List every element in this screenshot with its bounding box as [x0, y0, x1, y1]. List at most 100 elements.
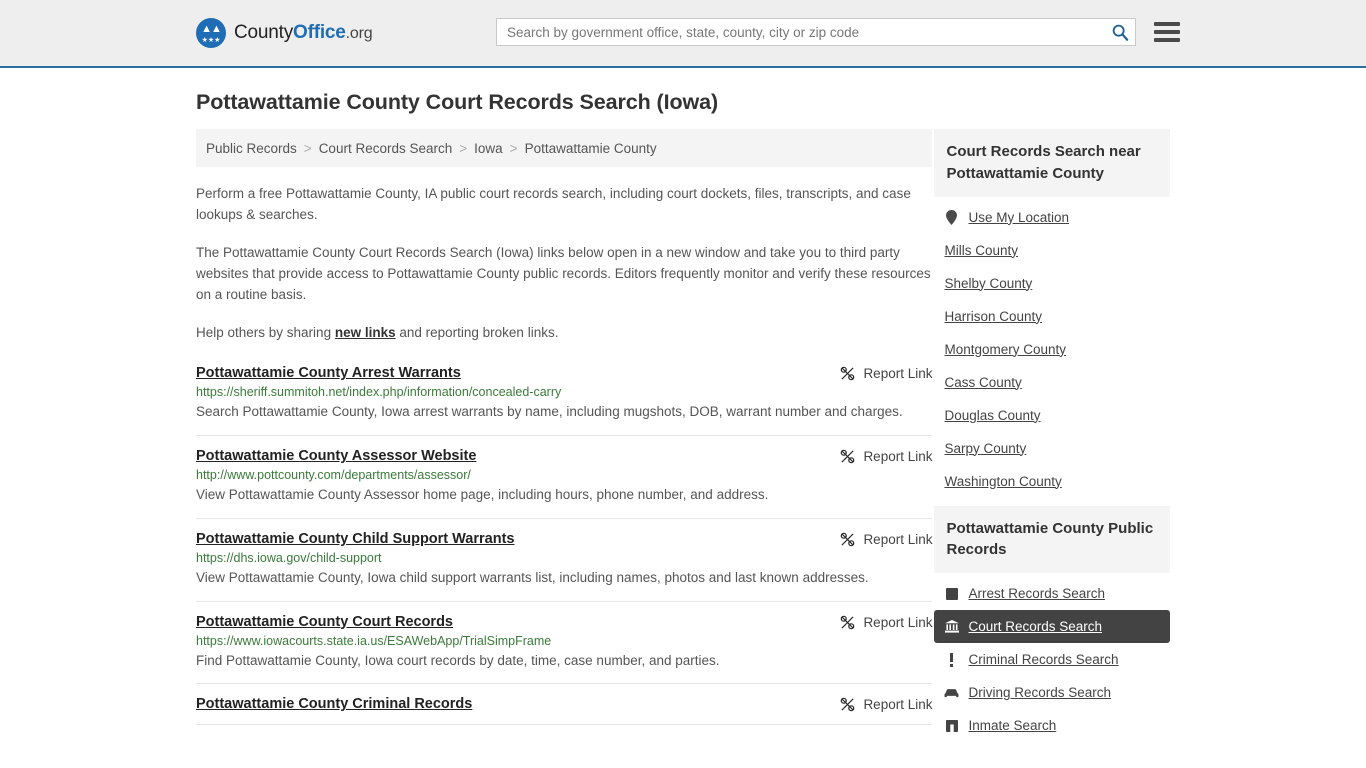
- sidebar: Court Records Search near Pottawattamie …: [934, 129, 1170, 750]
- search-box[interactable]: [496, 18, 1136, 46]
- sidebar-item-label: Driving Records Search: [968, 685, 1112, 700]
- sidebar-item-sarpy-county[interactable]: Sarpy County: [934, 432, 1170, 465]
- result-url: http://www.pottcounty.com/departments/as…: [196, 467, 471, 482]
- results-list: Pottawattamie County Arrest Warrants Rep…: [196, 365, 933, 726]
- sidebar-item-use-my-location[interactable]: Use My Location: [934, 201, 1170, 234]
- nearby-searches-card: Court Records Search near Pottawattamie …: [934, 129, 1170, 498]
- result-item: Pottawattamie County Court Records Repor…: [196, 614, 933, 685]
- result-description: View Pottawattamie County Assessor home …: [196, 486, 769, 502]
- intro-text: Perform a free Pottawattamie County, IA …: [196, 183, 932, 343]
- sidebar-item-douglas-county[interactable]: Douglas County: [934, 399, 1170, 432]
- result-item: Pottawattamie County Child Support Warra…: [196, 531, 933, 602]
- result-header: Pottawattamie County Arrest Warrants Rep…: [196, 365, 932, 381]
- sidebar-item-driving-records-search[interactable]: Driving Records Search: [934, 676, 1170, 709]
- page-container: Pottawattamie County Court Records Searc…: [0, 90, 1366, 750]
- report-link-button[interactable]: Report Link: [840, 697, 932, 712]
- main-column: Public Records > Court Records Search > …: [196, 129, 933, 750]
- logo-text-part2: Office: [293, 22, 346, 43]
- car-icon: [944, 688, 959, 698]
- sidebar-item-court-records-search[interactable]: Court Records Search: [934, 610, 1170, 643]
- sidebar-item-label: Court Records Search: [968, 619, 1103, 634]
- breadcrumb-item-1[interactable]: Court Records Search: [319, 141, 453, 156]
- site-logo[interactable]: ▲▲ ★★★ CountyOffice.org: [196, 18, 373, 48]
- report-link-button[interactable]: Report Link: [840, 532, 932, 547]
- breadcrumb-separator: >: [303, 140, 312, 156]
- result-header: Pottawattamie County Assessor Website Re…: [196, 448, 932, 464]
- public-records-heading: Pottawattamie County Public Records: [934, 505, 1170, 573]
- sidebar-item-label: Use My Location: [968, 209, 1070, 225]
- sidebar-item-label: Douglas County: [944, 407, 1041, 423]
- map-pin-icon: [944, 209, 959, 225]
- sidebar-item-harrison-county[interactable]: Harrison County: [934, 300, 1170, 333]
- result-item: Pottawattamie County Assessor Website Re…: [196, 448, 933, 519]
- intro-p3-after: and reporting broken links.: [395, 324, 559, 340]
- breadcrumb-item-0[interactable]: Public Records: [206, 141, 297, 156]
- report-link-button[interactable]: Report Link: [840, 366, 932, 381]
- result-description: View Pottawattamie County, Iowa child su…: [196, 569, 869, 585]
- sidebar-item-label: Inmate Search: [968, 718, 1057, 733]
- sidebar-item-label: Cass County: [944, 374, 1022, 390]
- search-icon[interactable]: [1111, 23, 1129, 41]
- sidebar-item-washington-county[interactable]: Washington County: [934, 465, 1170, 498]
- report-link-label: Report Link: [863, 531, 933, 547]
- sidebar-item-cass-county[interactable]: Cass County: [934, 366, 1170, 399]
- sidebar-item-label: Shelby County: [944, 275, 1033, 291]
- result-title-link[interactable]: Pottawattamie County Criminal Records: [196, 696, 472, 712]
- unlink-icon: [841, 615, 855, 629]
- sidebar-item-montgomery-county[interactable]: Montgomery County: [934, 333, 1170, 366]
- result-header: Pottawattamie County Child Support Warra…: [196, 531, 932, 547]
- result-url: https://www.iowacourts.state.ia.us/ESAWe…: [196, 633, 552, 648]
- nearby-searches-heading: Court Records Search near Pottawattamie …: [934, 129, 1170, 197]
- sidebar-item-label: Criminal Records Search: [968, 652, 1119, 667]
- public-records-list: Arrest Records Search Court Records Sear…: [934, 573, 1170, 742]
- report-link-label: Report Link: [863, 448, 933, 464]
- header-search-zone: [496, 18, 1180, 46]
- result-title-link[interactable]: Pottawattamie County Child Support Warra…: [196, 531, 514, 547]
- sidebar-item-label: Arrest Records Search: [968, 586, 1106, 601]
- breadcrumb: Public Records > Court Records Search > …: [196, 129, 933, 167]
- result-item: Pottawattamie County Arrest Warrants Rep…: [196, 365, 933, 436]
- result-header: Pottawattamie County Court Records Repor…: [196, 614, 932, 630]
- sidebar-item-label: Montgomery County: [944, 341, 1067, 357]
- breadcrumb-item-current: Pottawattamie County: [524, 140, 657, 156]
- exclamation-icon: [944, 652, 959, 667]
- content-columns: Public Records > Court Records Search > …: [196, 129, 1170, 750]
- report-link-button[interactable]: Report Link: [840, 615, 932, 630]
- result-url: https://sheriff.summitoh.net/index.php/i…: [196, 384, 562, 399]
- breadcrumb-item-2[interactable]: Iowa: [474, 141, 503, 156]
- unlink-icon: [841, 698, 855, 712]
- unlink-icon: [841, 532, 855, 546]
- intro-p3-before: Help others by sharing: [196, 324, 335, 340]
- building-icon: [944, 719, 959, 732]
- breadcrumb-separator: >: [459, 140, 468, 156]
- sidebar-item-arrest-records-search[interactable]: Arrest Records Search: [934, 577, 1170, 610]
- search-input[interactable]: [507, 24, 1111, 40]
- result-title-link[interactable]: Pottawattamie County Arrest Warrants: [196, 365, 461, 381]
- report-link-label: Report Link: [863, 614, 933, 630]
- site-header: ▲▲ ★★★ CountyOffice.org: [0, 0, 1366, 68]
- breadcrumb-separator: >: [509, 140, 518, 156]
- report-link-button[interactable]: Report Link: [840, 449, 932, 464]
- sidebar-item-mills-county[interactable]: Mills County: [934, 234, 1170, 267]
- intro-paragraph-2: The Pottawattamie County Court Records S…: [196, 244, 931, 303]
- sidebar-item-shelby-county[interactable]: Shelby County: [934, 267, 1170, 300]
- hamburger-menu-icon[interactable]: [1154, 22, 1180, 42]
- courthouse-icon: [944, 620, 959, 633]
- intro-paragraph-1: Perform a free Pottawattamie County, IA …: [196, 186, 911, 223]
- result-item: Pottawattamie County Criminal Records Re…: [196, 696, 933, 726]
- logo-text: CountyOffice.org: [234, 22, 373, 44]
- unlink-icon: [841, 366, 855, 381]
- result-title-link[interactable]: Pottawattamie County Assessor Website: [196, 448, 476, 464]
- report-link-label: Report Link: [863, 365, 933, 381]
- intro-paragraph-3: Help others by sharing new links and rep…: [196, 322, 932, 343]
- sidebar-item-criminal-records-search[interactable]: Criminal Records Search: [934, 643, 1170, 676]
- report-link-label: Report Link: [863, 697, 933, 713]
- square-badge-icon: [944, 587, 959, 600]
- result-title-link[interactable]: Pottawattamie County Court Records: [196, 614, 453, 630]
- eagle-seal-icon: ▲▲ ★★★: [196, 18, 226, 48]
- logo-text-part3: .org: [345, 25, 373, 42]
- sidebar-item-label: Sarpy County: [944, 440, 1027, 456]
- sidebar-item-inmate-search[interactable]: Inmate Search: [934, 709, 1170, 742]
- unlink-icon: [841, 449, 855, 464]
- new-links-link[interactable]: new links: [335, 325, 396, 340]
